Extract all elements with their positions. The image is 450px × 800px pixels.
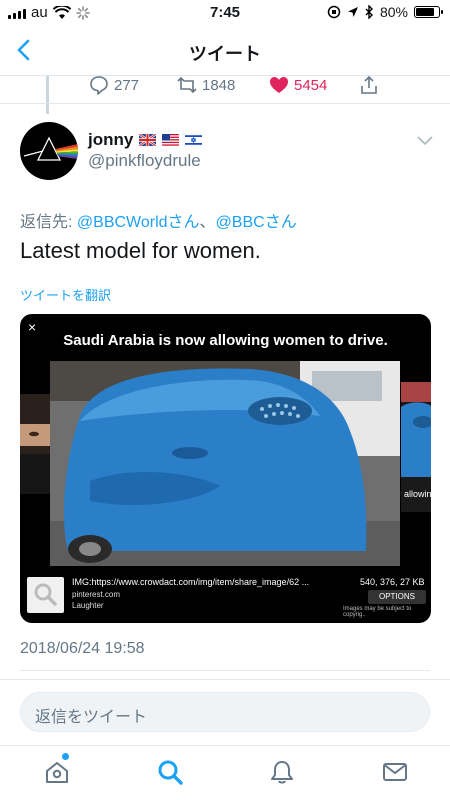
page-title: ツイート	[189, 44, 261, 64]
media-caption: Saudi Arabia is now allowing women to dr…	[63, 332, 388, 349]
reply-input[interactable]: 返信をツイート	[20, 692, 430, 732]
location-icon	[347, 7, 358, 17]
tweet-media[interactable]: × Saudi Arabia is now allowing women to …	[20, 314, 431, 623]
tab-messages[interactable]	[381, 758, 409, 786]
retweet-button[interactable]: 1848	[176, 74, 235, 96]
avatar[interactable]	[20, 122, 78, 180]
tweet-timestamp: 2018/06/24 19:58	[20, 640, 145, 657]
heart-icon	[270, 77, 288, 93]
reply-button[interactable]: 277	[88, 74, 139, 96]
mail-icon	[383, 763, 407, 781]
covered-car-photo	[50, 361, 400, 566]
search-thumbnail[interactable]	[27, 577, 64, 613]
status-bar: au 7:45 80%	[0, 0, 450, 26]
us-flag-icon	[162, 134, 180, 146]
reply-separator: 、	[199, 214, 216, 231]
share-button[interactable]	[358, 74, 380, 96]
unread-dot	[62, 753, 69, 760]
retweet-icon	[177, 76, 197, 94]
divider	[20, 670, 430, 671]
israel-flag-icon	[185, 134, 203, 146]
tab-bar	[0, 745, 450, 800]
divider	[0, 103, 450, 104]
reply-bubble-icon	[90, 76, 108, 95]
side-image-left	[20, 394, 50, 494]
username[interactable]: @pinkfloydrule	[88, 151, 201, 171]
tab-search[interactable]	[156, 758, 184, 786]
uk-flag-icon	[139, 134, 157, 146]
tweet-text: Latest model for women.	[20, 238, 261, 263]
like-count: 5454	[294, 76, 328, 94]
display-name: jonny	[88, 130, 134, 149]
battery-icon	[414, 6, 443, 18]
prev-tweet-actions: 277 1848 5454	[0, 72, 450, 100]
prism-logo-icon	[23, 136, 78, 161]
more-options-button[interactable]	[416, 134, 434, 146]
search-icon	[158, 760, 183, 785]
orientation-lock-icon	[327, 5, 341, 19]
options-button[interactable]: OPTIONS	[368, 590, 426, 604]
copyright-notice: Images may be subject to copyrig..	[343, 606, 412, 618]
reply-count: 277	[114, 76, 140, 94]
tab-notifications[interactable]	[268, 758, 296, 786]
translate-tweet-link[interactable]: ツイートを翻訳	[20, 285, 111, 304]
battery-percent: 80%	[379, 4, 408, 20]
bell-icon	[271, 761, 293, 784]
image-dimensions: 540, 376, 27 KB	[360, 577, 425, 587]
reply-to-prefix: 返信先:	[20, 214, 77, 231]
display-name-row[interactable]: jonny	[88, 130, 203, 150]
share-icon	[361, 75, 377, 94]
divider	[0, 679, 450, 680]
chevron-down-icon	[417, 136, 433, 146]
retweet-count: 1848	[202, 76, 236, 94]
image-source-author: Laughter	[72, 601, 104, 610]
home-icon	[46, 762, 68, 783]
reply-target-bbcworld[interactable]: @BBCWorldさん	[77, 214, 200, 231]
bluetooth-icon	[365, 5, 373, 19]
person-image-fragment	[20, 394, 50, 494]
image-source-site: pinterest.com	[72, 590, 121, 599]
search-icon	[34, 583, 57, 606]
tab-home[interactable]	[43, 753, 71, 786]
image-source-url[interactable]: IMG:https://www.crowdact.com/img/item/sh…	[72, 577, 309, 587]
side-image-label: allowin	[404, 489, 431, 499]
status-right: 80%	[327, 4, 443, 20]
reply-to-line: 返信先: @BBCWorldさん、@BBCさん	[20, 208, 297, 232]
like-button[interactable]: 5454	[268, 74, 327, 96]
nav-bar: ツイート	[0, 26, 450, 76]
reply-target-bbc[interactable]: @BBCさん	[216, 214, 297, 231]
